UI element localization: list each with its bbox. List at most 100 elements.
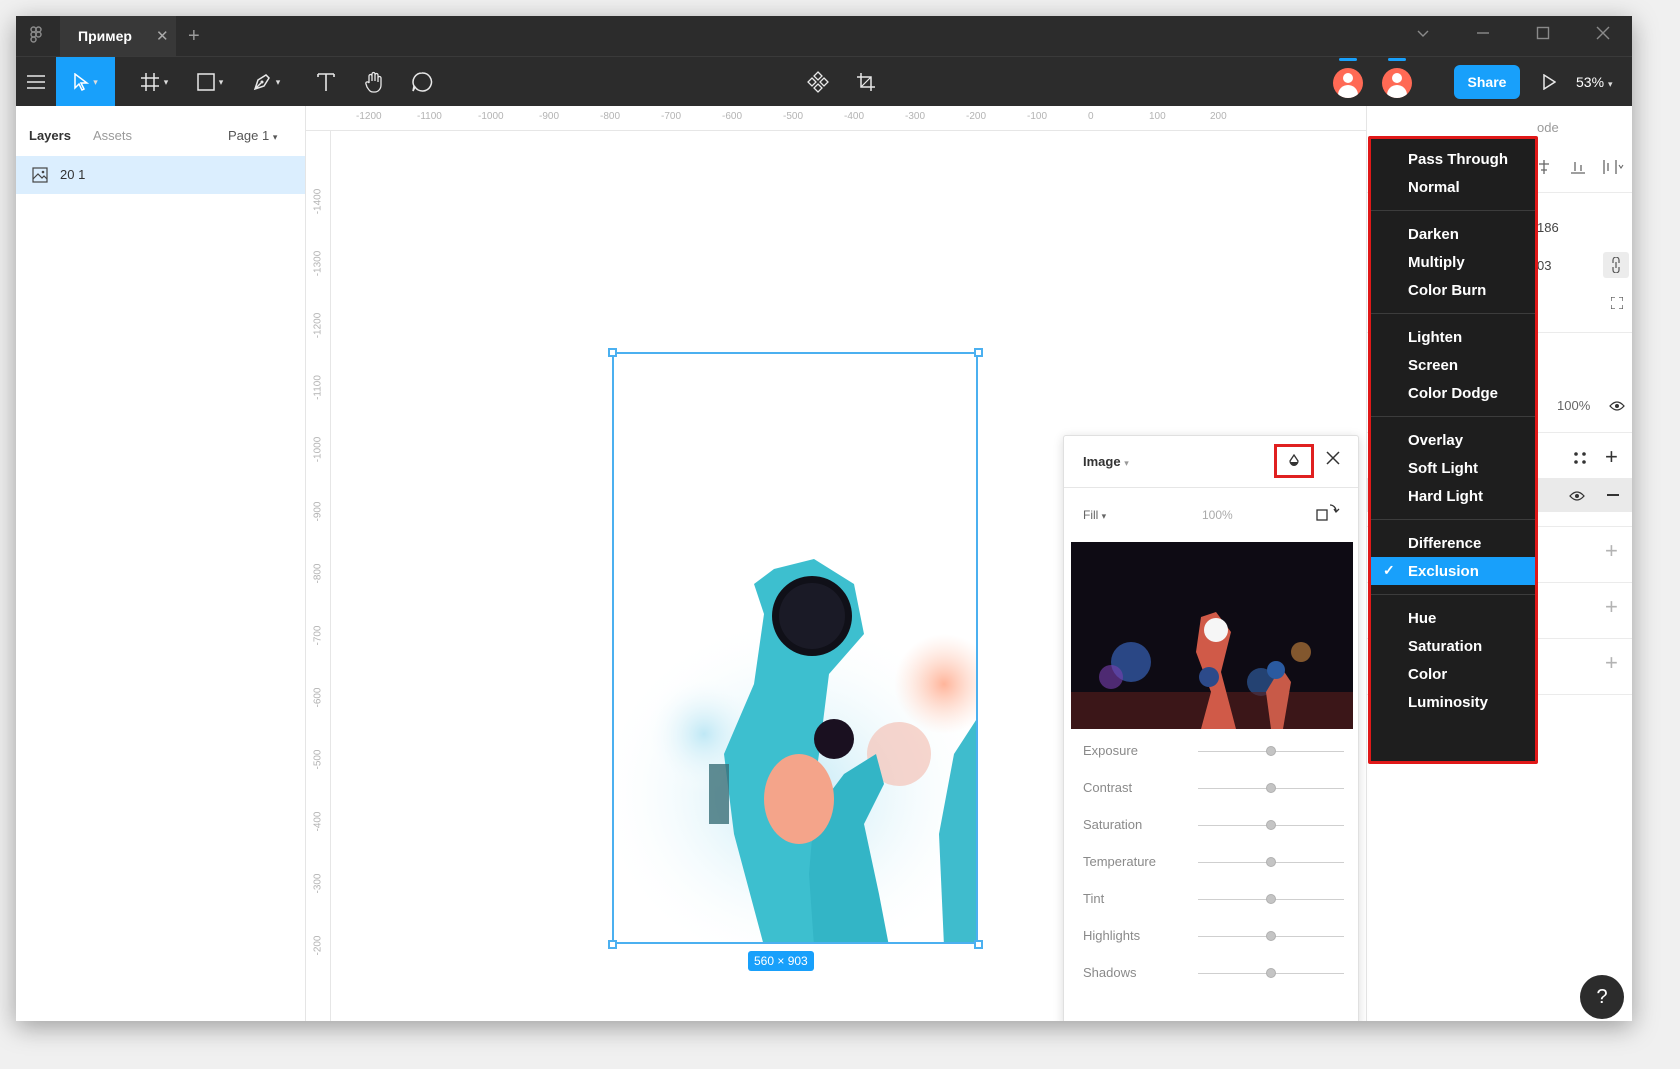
crop-icon — [857, 73, 875, 91]
close-icon[interactable] — [1326, 448, 1340, 471]
blend-mode-item[interactable]: Pass Through — [1371, 145, 1535, 173]
style-grid-icon[interactable] — [1573, 451, 1587, 470]
align-center-icon[interactable] — [1537, 160, 1551, 179]
figma-logo-icon[interactable] — [24, 24, 48, 48]
move-tool-button[interactable]: ▾ — [56, 57, 115, 107]
shape-tool-button[interactable]: ▾ — [188, 57, 232, 107]
image-frame[interactable] — [612, 352, 978, 944]
ruler-tick-label: 200 — [1210, 111, 1227, 122]
close-window-icon[interactable] — [1596, 26, 1610, 45]
blend-mode-button[interactable] — [1274, 444, 1314, 478]
resize-handle[interactable] — [608, 348, 617, 357]
distribute-icon[interactable] — [1603, 160, 1625, 179]
eye-icon[interactable] — [1569, 489, 1585, 507]
move-icon — [74, 73, 90, 91]
pen-tool-button[interactable]: ▾ — [244, 57, 288, 107]
main-menu-icon[interactable] — [16, 57, 56, 107]
hand-icon — [365, 71, 382, 93]
slider-knob[interactable] — [1266, 968, 1276, 978]
close-tab-icon[interactable]: ✕ — [156, 27, 169, 45]
blend-mode-item[interactable]: Screen — [1371, 351, 1535, 379]
eye-icon[interactable] — [1609, 399, 1625, 417]
slider-knob[interactable] — [1266, 857, 1276, 867]
ruler-top: -1200 -1100 -1000 -900 -800 -700 -600 -500 -400-… — [306, 106, 1366, 131]
blend-mode-label: Difference — [1408, 534, 1482, 552]
blend-mode-label: Normal — [1408, 178, 1460, 196]
ruler-tick-label: -800 — [312, 563, 324, 584]
align-bottom-icon[interactable] — [1571, 160, 1585, 179]
minimize-icon[interactable] — [1476, 26, 1490, 45]
avatar[interactable] — [1333, 68, 1363, 98]
blend-mode-item[interactable]: Difference — [1371, 529, 1535, 557]
present-button[interactable] — [1534, 57, 1564, 107]
play-icon — [1543, 74, 1556, 90]
new-tab-button[interactable]: + — [188, 25, 200, 48]
fill-mode-dropdown[interactable]: Fill ▾ — [1083, 508, 1106, 522]
tab-assets[interactable]: Assets — [93, 128, 132, 143]
avatar[interactable] — [1382, 68, 1412, 98]
zoom-dropdown[interactable]: 53% ▾ — [1576, 74, 1613, 90]
page-selector[interactable]: Page 1 ▾ — [228, 128, 277, 143]
component-tool-button[interactable] — [798, 57, 838, 107]
slider-knob[interactable] — [1266, 931, 1276, 941]
layer-row[interactable]: 20 1 — [16, 156, 305, 194]
blend-mode-item[interactable]: Soft Light — [1371, 454, 1535, 482]
ruler-tick-label: -300 — [312, 873, 324, 894]
blend-mode-item[interactable]: Hue — [1371, 604, 1535, 632]
fullscreen-icon[interactable] — [1610, 296, 1624, 314]
ruler-tick-label: -1200 — [312, 312, 324, 339]
comment-tool-button[interactable] — [400, 57, 444, 107]
blend-mode-item[interactable]: Normal — [1371, 173, 1535, 201]
constrain-proportions-icon[interactable] — [1603, 252, 1629, 278]
resize-handle[interactable] — [974, 348, 983, 357]
blend-mode-item[interactable]: Overlay — [1371, 426, 1535, 454]
slider-knob[interactable] — [1266, 783, 1276, 793]
share-button[interactable]: Share — [1454, 65, 1520, 99]
add-export-button[interactable]: + — [1605, 650, 1618, 676]
blend-mode-item[interactable]: Color — [1371, 660, 1535, 688]
slider-knob[interactable] — [1266, 746, 1276, 756]
layer-opacity-value[interactable]: 100% — [1557, 398, 1590, 413]
blend-mode-item[interactable]: Color Burn — [1371, 276, 1535, 304]
maximize-icon[interactable] — [1536, 26, 1550, 45]
image-opacity-value[interactable]: 100% — [1202, 508, 1233, 522]
resize-handle[interactable] — [974, 940, 983, 949]
add-fill-button[interactable]: + — [1605, 444, 1618, 470]
blend-mode-item[interactable]: Lighten — [1371, 323, 1535, 351]
blend-mode-label: Color Burn — [1408, 281, 1487, 299]
menu-divider — [1371, 416, 1535, 417]
resize-handle[interactable] — [608, 940, 617, 949]
frame-tool-button[interactable]: ▾ — [132, 57, 176, 107]
hand-tool-button[interactable] — [352, 57, 396, 107]
chevron-down-icon[interactable] — [1416, 26, 1430, 45]
height-value[interactable]: 03 — [1537, 258, 1551, 273]
blend-mode-item[interactable]: Darken — [1371, 220, 1535, 248]
comment-icon — [412, 72, 433, 92]
crop-tool-button[interactable] — [846, 57, 886, 107]
adjustment-label: Highlights — [1083, 928, 1141, 943]
text-icon — [317, 73, 335, 91]
blend-mode-item[interactable]: Color Dodge — [1371, 379, 1535, 407]
blend-mode-item[interactable]: Hard Light — [1371, 482, 1535, 510]
add-effect-button[interactable]: + — [1605, 594, 1618, 620]
slider-knob[interactable] — [1266, 820, 1276, 830]
blend-mode-label: Exclusion — [1408, 562, 1479, 580]
chevron-down-icon[interactable]: ▾ — [93, 77, 98, 88]
adjustment-label: Tint — [1083, 891, 1105, 906]
blend-mode-item[interactable]: Saturation — [1371, 632, 1535, 660]
tab-layers[interactable]: Layers — [29, 128, 71, 143]
image-type-dropdown[interactable]: Image ▾ — [1083, 454, 1129, 469]
help-button[interactable]: ? — [1580, 975, 1624, 1019]
add-stroke-button[interactable]: + — [1605, 538, 1618, 564]
remove-fill-icon[interactable] — [1607, 494, 1619, 496]
file-tab[interactable]: Пример ✕ — [60, 16, 176, 56]
blend-mode-item[interactable]: Luminosity — [1371, 688, 1535, 716]
y-position-value[interactable]: 186 — [1537, 220, 1559, 235]
slider-knob[interactable] — [1266, 894, 1276, 904]
text-tool-button[interactable] — [306, 57, 346, 107]
image-preview[interactable] — [1071, 542, 1353, 729]
blend-mode-item[interactable]: Multiply — [1371, 248, 1535, 276]
blend-mode-label: Darken — [1408, 225, 1459, 243]
blend-mode-item[interactable]: ✓ Exclusion — [1371, 557, 1535, 585]
rotate-icon[interactable] — [1316, 502, 1342, 527]
